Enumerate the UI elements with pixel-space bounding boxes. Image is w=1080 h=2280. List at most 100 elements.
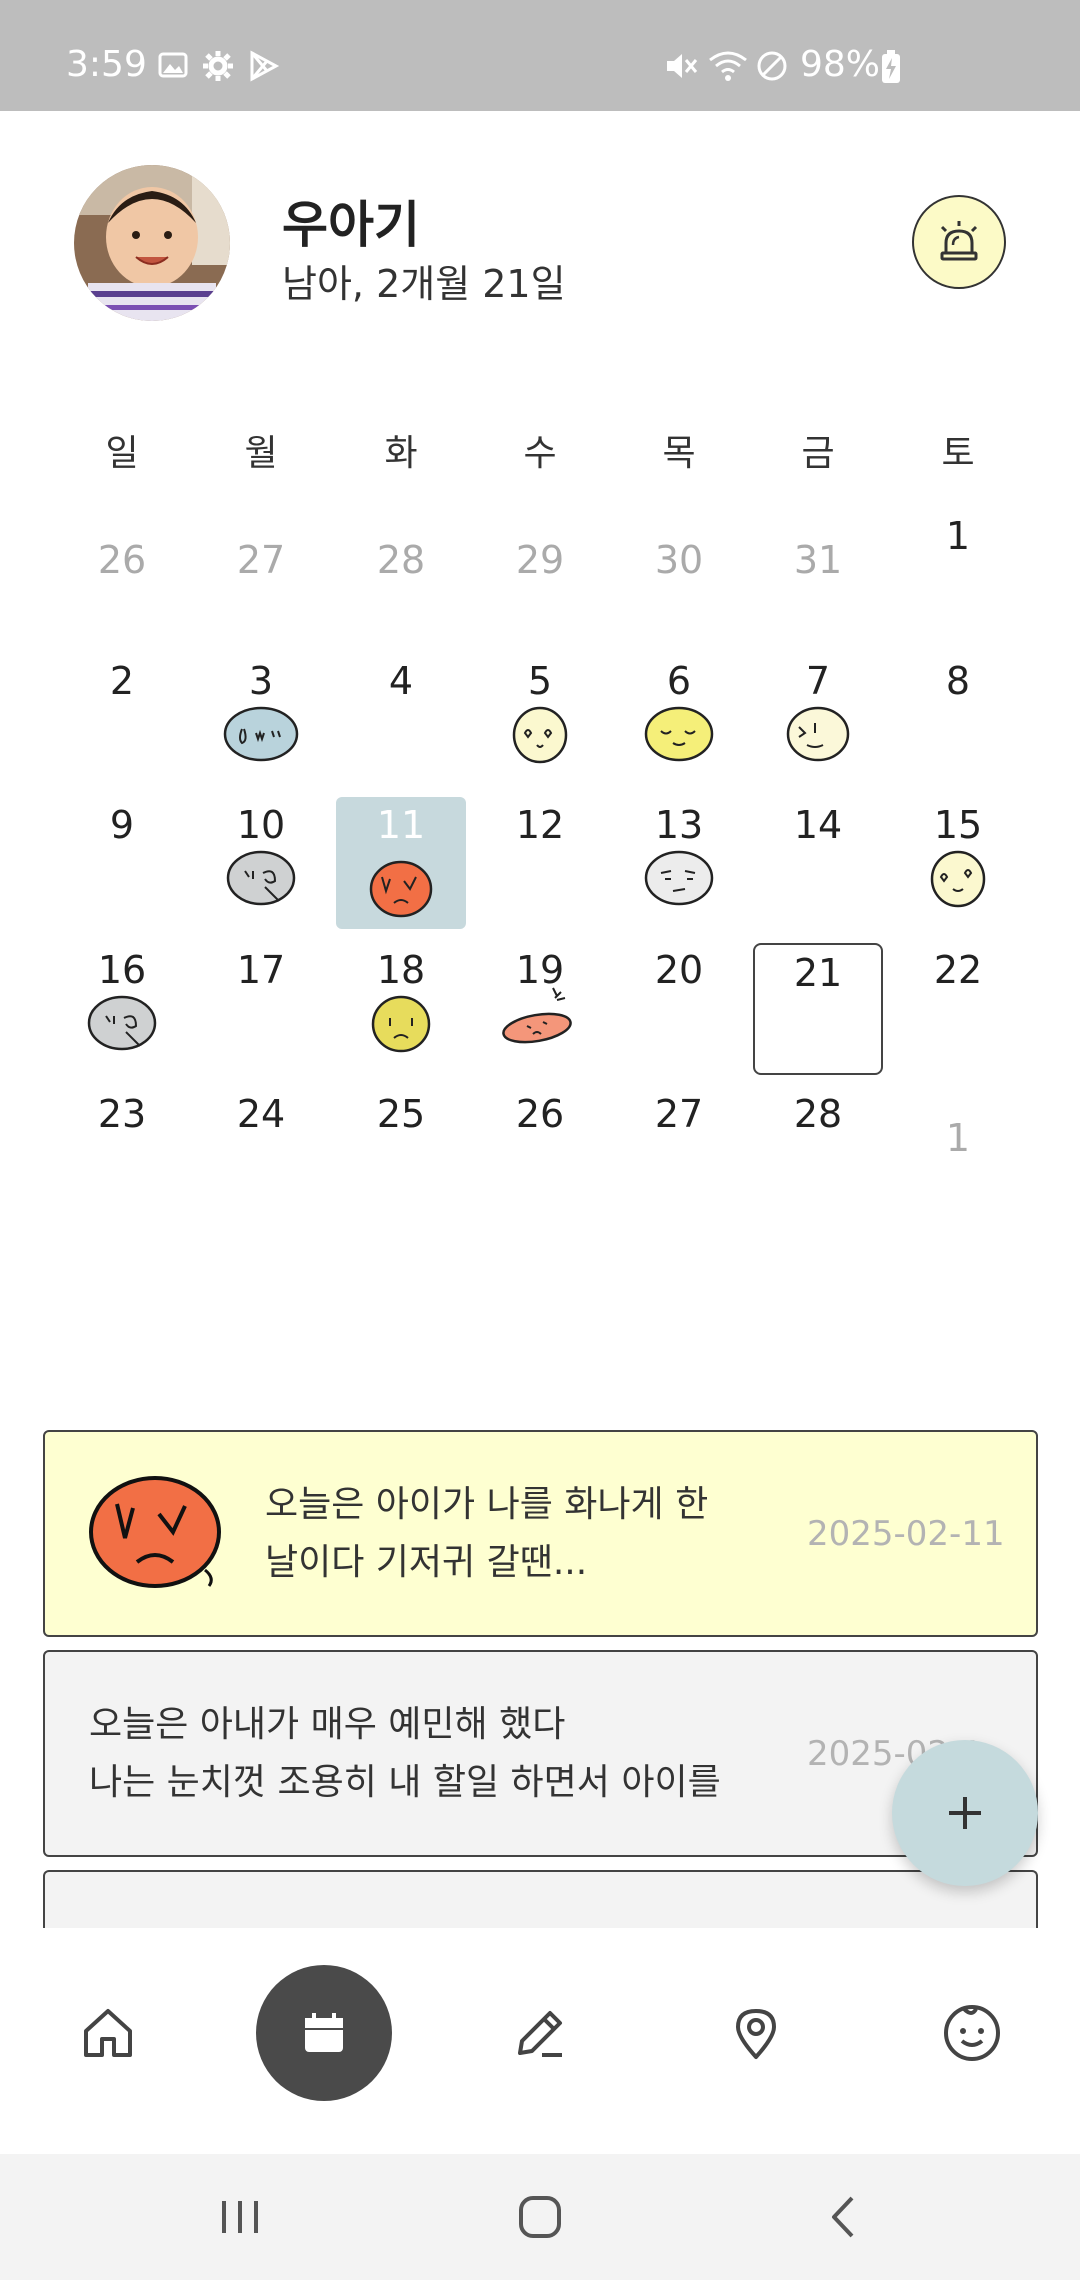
calendar-day[interactable]: 17	[196, 922, 326, 1054]
weekday-sat: 토	[941, 433, 975, 474]
home-icon	[84, 2009, 132, 2057]
calendar-day[interactable]: 23	[57, 1066, 187, 1198]
baby-age-info: 남아, 2개월 21일	[282, 262, 566, 306]
nav-home[interactable]	[40, 1965, 176, 2101]
diary-entry-card-partial[interactable]	[43, 1870, 1038, 1928]
calendar-day[interactable]: 28	[336, 488, 466, 620]
calendar-day[interactable]: 2	[57, 633, 187, 765]
battery-charging-icon	[882, 50, 900, 83]
weekday-tue: 화	[384, 433, 418, 474]
calendar-day[interactable]: 26	[475, 1066, 605, 1198]
calendar-day[interactable]: 6	[614, 633, 744, 765]
nav-map[interactable]	[688, 1965, 824, 2101]
status-time: 3:59	[66, 44, 147, 85]
calendar-day[interactable]: 18	[336, 922, 466, 1054]
pencil-icon	[518, 2011, 562, 2057]
calendar-day[interactable]: 8	[893, 633, 1023, 765]
calendar-day[interactable]: 13	[614, 777, 744, 909]
mute-icon	[667, 54, 698, 78]
wifi-icon	[709, 51, 747, 81]
baby-avatar[interactable]	[74, 165, 230, 321]
calendar-day[interactable]: 15	[893, 777, 1023, 909]
diary-entry-text-line: 오늘은 아내가 매우 예민해 했다	[89, 1704, 566, 1745]
status-bar: 3:59 98%	[0, 0, 1080, 111]
emergency-alarm-button[interactable]	[912, 195, 1006, 289]
calendar-day[interactable]: 25	[336, 1066, 466, 1198]
calendar-day[interactable]: 24	[196, 1066, 326, 1198]
chevron-left-icon	[832, 2196, 854, 2238]
baby-face-icon	[944, 2005, 1000, 2061]
calendar-day[interactable]: 16	[57, 922, 187, 1054]
recent-apps-button[interactable]	[200, 2184, 280, 2250]
calendar-day[interactable]: 28	[753, 1066, 883, 1198]
nav-calendar[interactable]	[256, 1965, 392, 2101]
sick-mood-icon	[226, 850, 296, 906]
bottom-navigation	[0, 1928, 1080, 2154]
play-store-icon	[250, 50, 280, 82]
weekday-thu: 목	[662, 433, 696, 474]
calendar-day[interactable]: 3	[196, 633, 326, 765]
diary-entry-text-line: 나는 눈치껏 조용히 내 할일 하면서 아이를	[89, 1762, 721, 1803]
calendar-day[interactable]: 31	[753, 488, 883, 620]
gallery-icon	[158, 52, 188, 78]
calendar-day[interactable]: 14	[753, 777, 883, 909]
silly-mood-icon	[786, 706, 850, 762]
profile-header: 우아기 남아, 2개월 21일	[0, 111, 1080, 373]
diary-entry-card[interactable]: 오늘은 아이가 나를 화나게 한 날이다 기저귀 갈땐... 2025-02-1…	[43, 1430, 1038, 1637]
annoyed-mood-icon	[644, 850, 714, 906]
calendar-day[interactable]: 1	[893, 488, 1023, 620]
angry-mood-icon	[89, 1476, 221, 1588]
calendar-day[interactable]: 26	[57, 488, 187, 620]
calendar-day[interactable]: 9	[57, 777, 187, 909]
weekday-fri: 금	[801, 433, 835, 474]
map-pin-icon	[736, 2009, 776, 2059]
content-mood-icon	[644, 706, 714, 762]
calendar-day[interactable]: 12	[475, 777, 605, 909]
system-navigation-bar	[0, 2154, 1080, 2280]
calendar: 일 월 화 수 목 금 토 26 27 28 29 30 31 1 2 3 4 …	[0, 380, 1080, 1340]
calendar-day-today[interactable]: 21	[753, 943, 883, 1075]
diary-entry-card[interactable]: 오늘은 아내가 매우 예민해 했다 나는 눈치껏 조용히 내 할일 하면서 아이…	[43, 1650, 1038, 1857]
home-system-button[interactable]	[500, 2184, 580, 2250]
calendar-day[interactable]: 22	[893, 922, 1023, 1054]
home-circle-icon	[519, 2196, 561, 2238]
angry-mood-icon	[369, 860, 433, 918]
love-mood-icon	[930, 850, 986, 908]
frustrated-mood-icon	[502, 987, 572, 1044]
do-not-disturb-icon	[757, 51, 787, 81]
calendar-day[interactable]: 20	[614, 922, 744, 1054]
calendar-day[interactable]: 4	[336, 633, 466, 765]
settings-icon	[203, 51, 233, 81]
nav-baby-profile[interactable]	[904, 1965, 1040, 2101]
sick-mood-icon	[87, 995, 157, 1051]
diary-entry-text-line: 날이다 기저귀 갈땐...	[265, 1542, 588, 1583]
back-button[interactable]	[804, 2184, 884, 2250]
crying-mood-icon	[223, 706, 299, 762]
love-mood-icon	[512, 706, 568, 764]
calendar-day-selected[interactable]: 11	[336, 797, 466, 929]
plus-icon	[949, 1797, 981, 1829]
sad-mood-icon	[371, 995, 431, 1053]
calendar-day[interactable]: 5	[475, 633, 605, 765]
calendar-day[interactable]: 7	[753, 633, 883, 765]
diary-entry-date: 2025-02-11	[807, 1514, 1005, 1554]
calendar-day[interactable]: 30	[614, 488, 744, 620]
nav-write[interactable]	[472, 1965, 608, 2101]
baby-name: 우아기	[282, 196, 420, 254]
weekday-wed: 수	[523, 433, 557, 474]
siren-icon	[940, 221, 978, 261]
add-diary-button[interactable]	[892, 1740, 1038, 1886]
weekday-mon: 월	[244, 433, 278, 474]
calendar-day[interactable]: 1	[893, 1066, 1023, 1198]
calendar-day[interactable]: 10	[196, 777, 326, 909]
baby-photo-icon	[74, 165, 230, 321]
diary-entry-text-line: 오늘은 아이가 나를 화나게 한	[265, 1484, 709, 1525]
calendar-day[interactable]: 29	[475, 488, 605, 620]
calendar-day[interactable]: 27	[196, 488, 326, 620]
calendar-day[interactable]: 19	[475, 922, 605, 1054]
weekday-sun: 일	[105, 433, 139, 474]
calendar-icon	[305, 2013, 343, 2052]
calendar-day[interactable]: 27	[614, 1066, 744, 1198]
battery-percent: 98%	[800, 44, 881, 85]
recent-apps-icon	[222, 2201, 258, 2233]
